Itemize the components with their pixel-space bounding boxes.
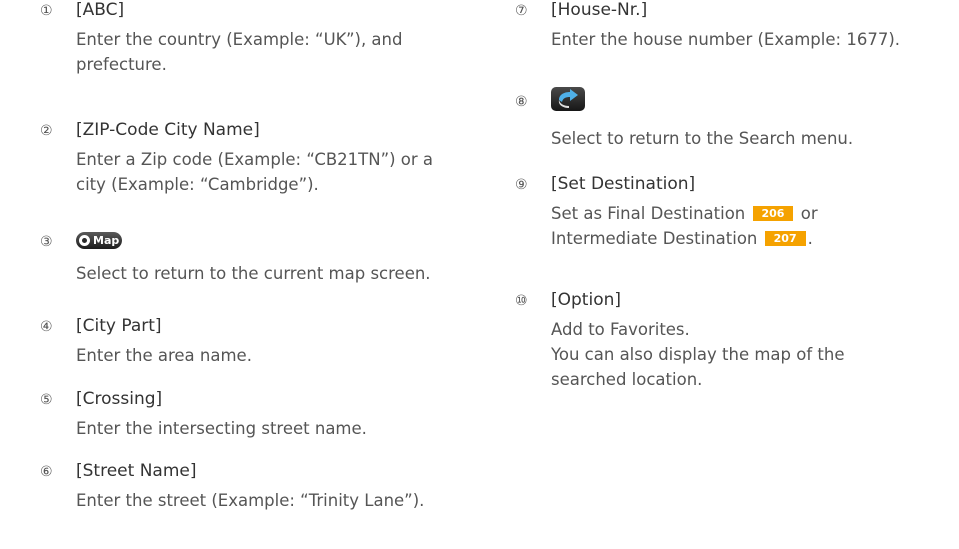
item-title: [City Part] [76,316,162,336]
item-title: [ZIP-Code City Name] [76,120,260,140]
item-number: ⑦ [515,3,528,19]
item-description: Enter the area name. [76,346,252,365]
item-title: [Option] [551,290,622,310]
item-number: ③ [40,234,53,250]
item-number: ⑤ [40,392,53,408]
item-number: ① [40,3,53,19]
item-number: ④ [40,319,53,335]
item-title: [Street Name] [76,461,197,481]
item-description: Select to return to the Search menu. [551,129,854,148]
back-arrow-icon [551,87,585,111]
map-button-icon: Map [76,232,122,249]
item-number: ⑨ [515,177,528,193]
page-reference[interactable]: 206 [752,206,794,221]
item-number: ② [40,123,53,139]
item-title: [Set Destination] [551,174,696,194]
item-number: ⑥ [40,464,53,480]
page-reference[interactable]: 207 [764,231,806,246]
item-description: Enter the house number (Example: 1677). [551,30,900,49]
item-description: Enter the country (Example: “UK”), and p… [76,30,403,74]
item-description: Enter a Zip code (Example: “CB21TN”) or … [76,150,434,194]
item-title: [ABC] [76,0,125,20]
item-description: Enter the street (Example: “Trinity Lane… [76,491,425,510]
item-title: [Crossing] [76,389,163,409]
item-description: Add to Favorites. You can also display t… [551,320,845,389]
item-description: Set as Final Destination 206 or Intermed… [551,204,818,248]
item-description: Enter the intersecting street name. [76,419,367,438]
item-number: ⑩ [515,293,528,309]
item-number: ⑧ [515,94,528,110]
item-description: Select to return to the current map scre… [76,264,431,283]
map-ring-icon [79,235,90,246]
item-title: [House-Nr.] [551,0,648,20]
